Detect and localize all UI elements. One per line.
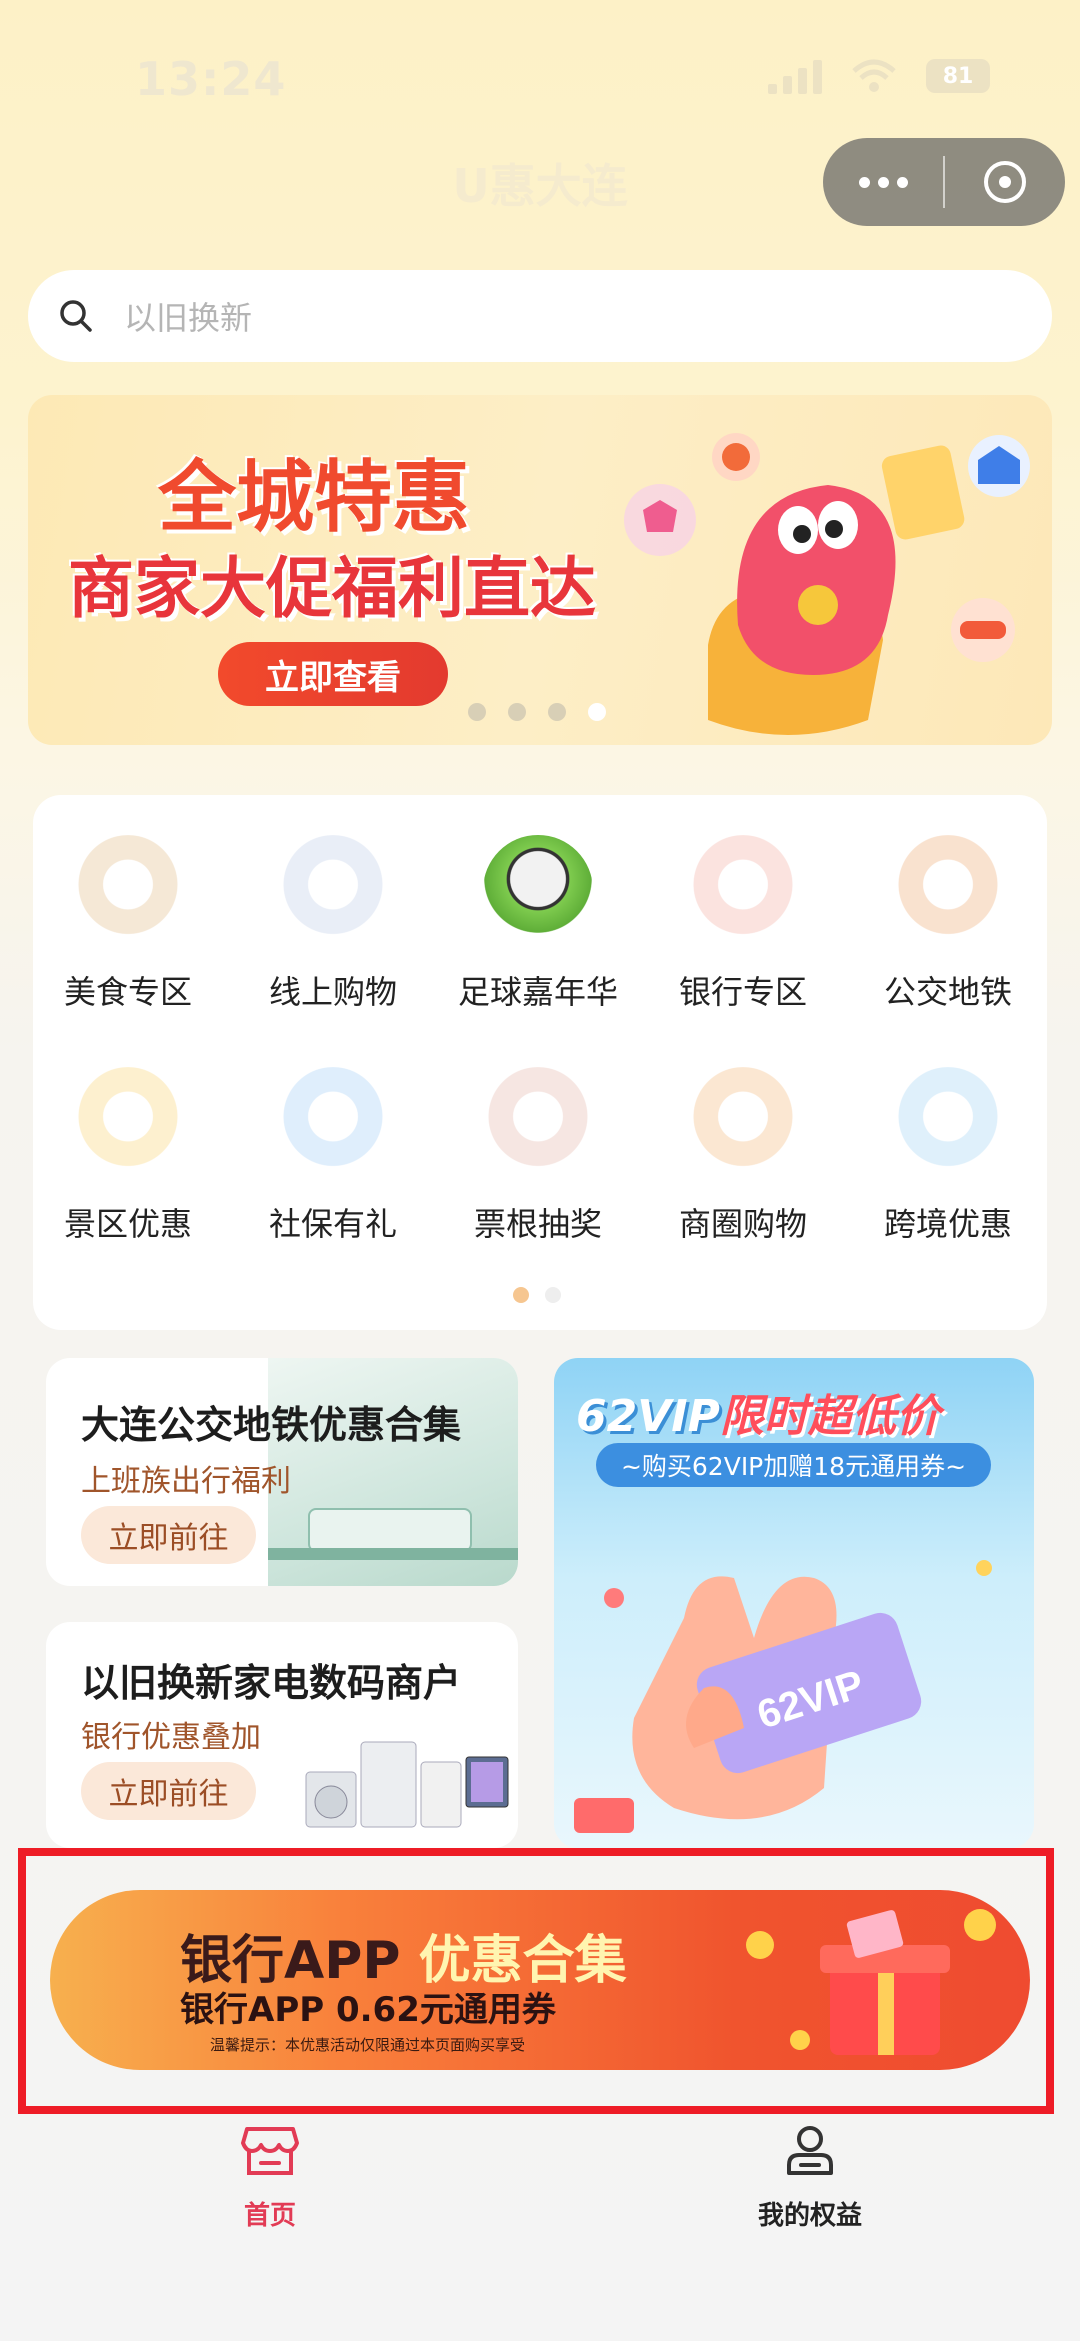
panda-cart-icon [688, 1067, 798, 1177]
hero-banner[interactable]: 全城特惠 商家大促福利直达 立即查看 [28, 395, 1052, 745]
vip-promo-subtitle: ~购买62VIP加赠18元通用券~ [596, 1443, 991, 1487]
banner-title: 全城特惠 [158, 452, 471, 543]
transit-go-button[interactable]: 立即前往 [81, 1506, 256, 1564]
close-icon [984, 161, 1026, 203]
banner-view-button[interactable]: 立即查看 [218, 642, 448, 706]
category-label: 景区优惠 [63, 1205, 192, 1243]
category-grid: 美食专区 线上购物 足球嘉年华 银行专区 公交地铁 景区优惠 社保有礼 票根抽奖… [33, 795, 1047, 1330]
store-icon [241, 2127, 299, 2175]
panda-bank-icon [688, 835, 798, 945]
category-online-shopping[interactable]: 线上购物 [238, 835, 428, 1013]
signal-icon [768, 58, 822, 94]
banner-subtitle: 商家大促福利直达 [68, 549, 596, 627]
tradein-promo-subtitle: 银行优惠叠加 [81, 1720, 261, 1755]
category-mall-shopping[interactable]: 商圈购物 [648, 1067, 838, 1245]
category-label: 票根抽奖 [473, 1205, 602, 1243]
category-bank[interactable]: 银行专区 [648, 835, 838, 1013]
category-label: 跨境优惠 [883, 1205, 1012, 1243]
banner-pagination [468, 703, 606, 721]
search-bar[interactable]: 以旧换新 [28, 270, 1052, 362]
tab-home[interactable]: 首页 [170, 2125, 370, 2232]
tab-my-benefits[interactable]: 我的权益 [710, 2125, 910, 2232]
category-label: 足球嘉年华 [457, 973, 618, 1011]
transit-illustration [268, 1358, 518, 1586]
user-icon [787, 2126, 833, 2175]
category-label: 商圈购物 [678, 1205, 807, 1243]
wifi-icon [852, 59, 896, 92]
search-icon [60, 300, 92, 332]
tradein-promo-card[interactable]: 以旧换新家电数码商户 银行优惠叠加 立即前往 [46, 1622, 518, 1848]
category-football[interactable]: 足球嘉年华 [443, 835, 633, 1013]
category-social-security[interactable]: 社保有礼 [238, 1067, 428, 1245]
panda-transit-icon [893, 835, 1003, 945]
football-icon [483, 835, 593, 945]
tradein-promo-title: 以旧换新家电数码商户 [81, 1661, 462, 1705]
category-pagination [513, 1287, 561, 1303]
category-food[interactable]: 美食专区 [33, 835, 223, 1013]
more-button[interactable] [823, 138, 943, 226]
tradein-go-button[interactable]: 立即前往 [81, 1762, 256, 1820]
category-ticket-lottery[interactable]: 票根抽奖 [443, 1067, 633, 1245]
highlight-box [18, 1848, 1054, 2114]
category-label: 线上购物 [268, 973, 397, 1011]
tab-home-label: 首页 [243, 2201, 296, 2231]
category-scenic[interactable]: 景区优惠 [33, 1067, 223, 1245]
panda-ticket-icon [483, 1067, 593, 1177]
panda-scenic-icon [73, 1067, 183, 1177]
category-label: 美食专区 [63, 973, 192, 1011]
mini-program-capsule [823, 138, 1065, 226]
panda-globe-icon [893, 1067, 1003, 1177]
battery-icon: 81 [926, 59, 990, 93]
category-transit[interactable]: 公交地铁 [853, 835, 1043, 1013]
status-indicators: 81 [768, 58, 990, 94]
category-label: 公交地铁 [883, 973, 1012, 1011]
category-cross-border[interactable]: 跨境优惠 [853, 1067, 1043, 1245]
panda-shopping-icon [278, 835, 388, 945]
tab-my-benefits-label: 我的权益 [757, 2201, 862, 2231]
transit-promo-title: 大连公交地铁优惠合集 [81, 1403, 462, 1447]
panda-food-icon [73, 835, 183, 945]
transit-promo-card[interactable]: 大连公交地铁优惠合集 上班族出行福利 立即前往 [46, 1358, 518, 1586]
vip-promo-title: 62VIP限时超低价 [576, 1391, 940, 1442]
category-label: 社保有礼 [268, 1205, 397, 1243]
vip-promo-card[interactable]: 62VIP限时超低价 ~购买62VIP加赠18元通用券~ 62VIP [554, 1358, 1034, 1848]
close-button[interactable] [945, 138, 1065, 226]
category-label: 银行专区 [678, 973, 807, 1011]
hand-holding-ticket-illustration: 62VIP [574, 1560, 992, 1833]
mascot-illustration [624, 433, 1030, 735]
transit-promo-subtitle: 上班族出行福利 [81, 1464, 291, 1499]
search-placeholder: 以旧换新 [124, 299, 253, 337]
status-time: 13:24 [135, 52, 287, 106]
appliances-illustration [305, 1741, 509, 1828]
panda-shield-icon [278, 1067, 388, 1177]
